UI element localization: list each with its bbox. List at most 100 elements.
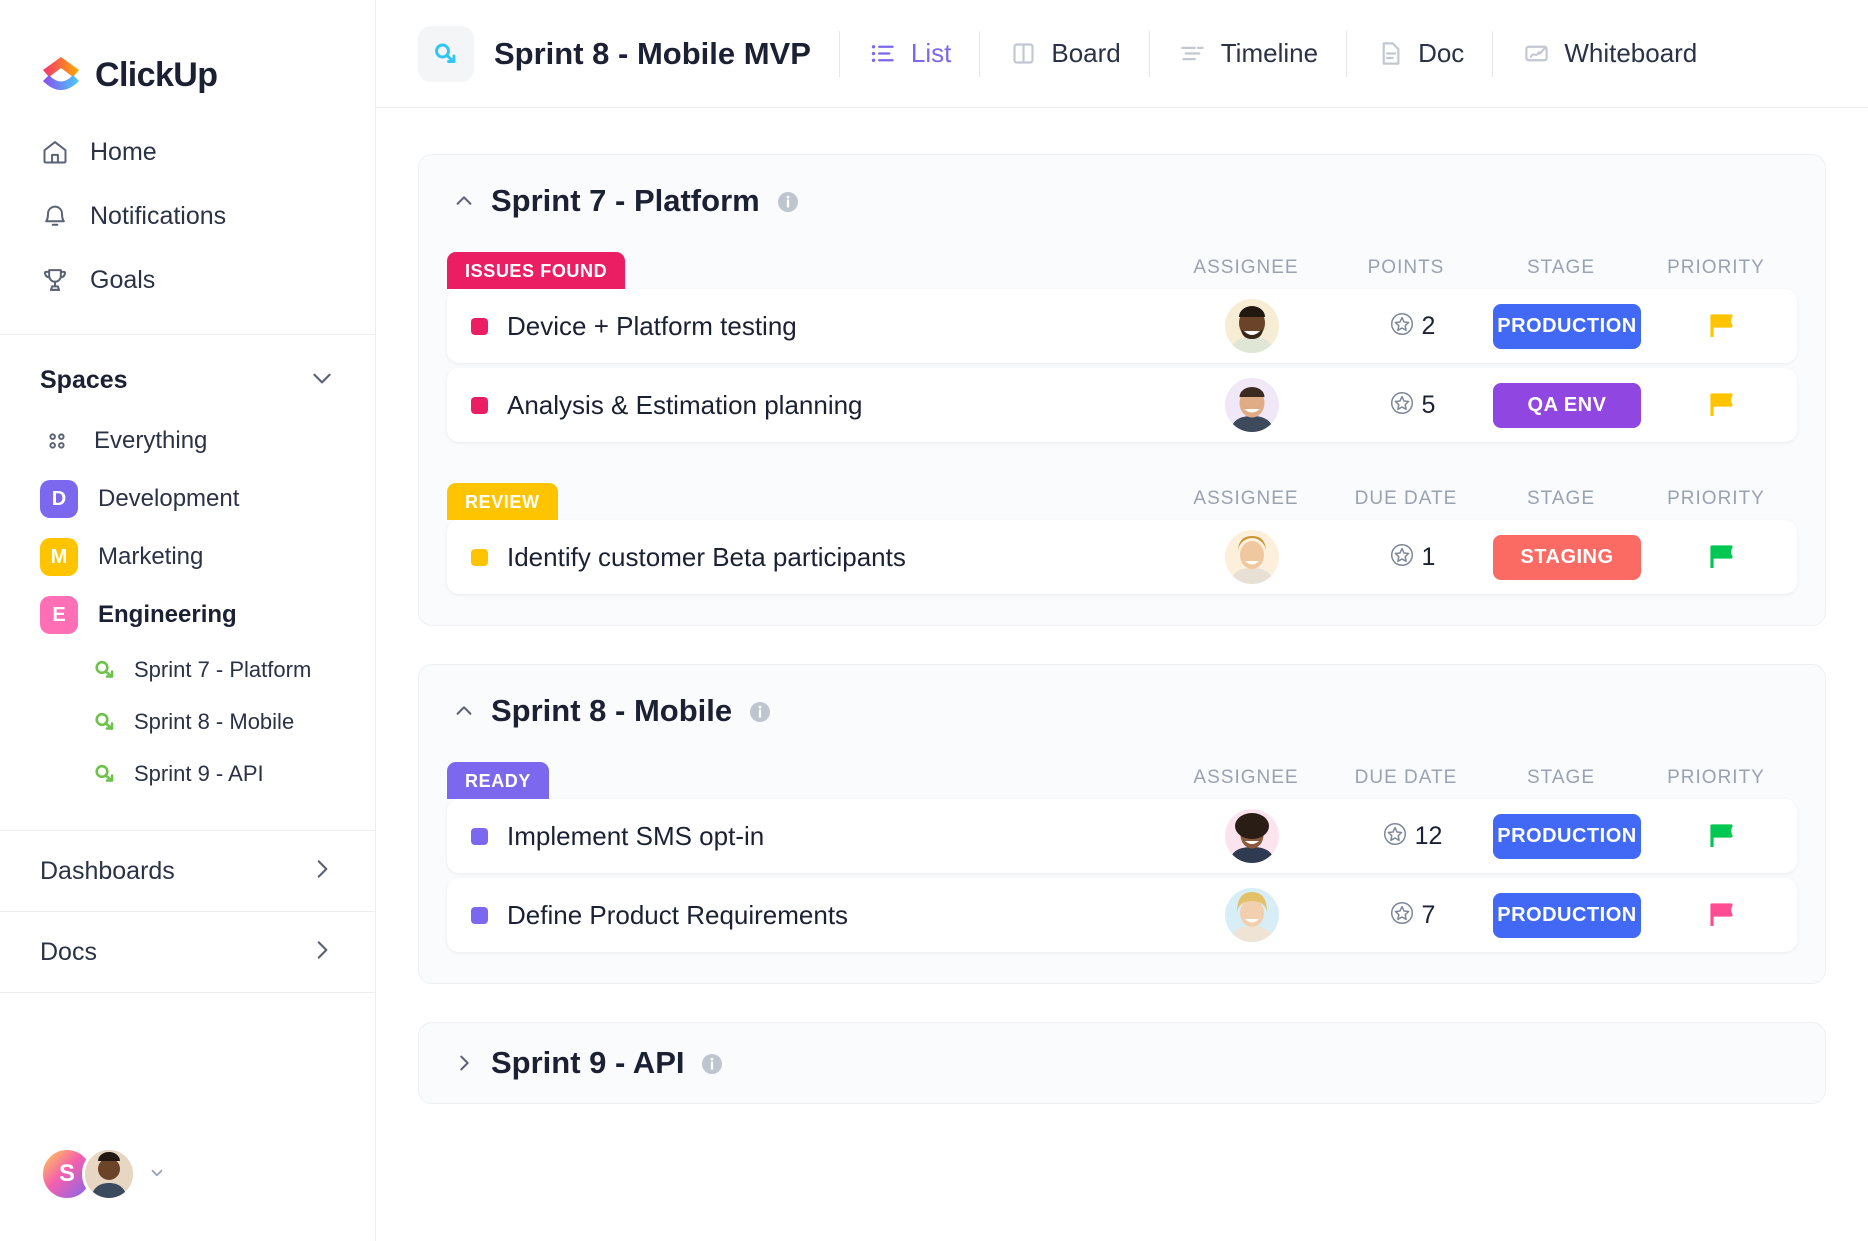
stage-cell[interactable]: STAGING — [1487, 535, 1647, 580]
page-title: Sprint 8 - Mobile MVP — [494, 36, 811, 72]
priority-cell[interactable] — [1647, 313, 1797, 339]
table-row[interactable]: Implement SMS opt-in — [447, 799, 1797, 873]
sidebar-item-dashboards[interactable]: Dashboards — [0, 831, 375, 911]
column-header-priority: PRIORITY — [1641, 767, 1791, 789]
brand-logo[interactable]: ClickUp — [0, 0, 375, 108]
flag-icon[interactable] — [1707, 823, 1737, 849]
sidebar-item-engineering[interactable]: E Engineering — [0, 586, 375, 644]
flag-icon[interactable] — [1707, 313, 1737, 339]
assignee-cell[interactable] — [1167, 809, 1337, 863]
sidebar-item-marketing[interactable]: M Marketing — [0, 528, 375, 586]
due-date-cell[interactable]: 7 — [1337, 900, 1487, 931]
assignee-cell[interactable] — [1167, 888, 1337, 942]
group-header[interactable]: Sprint 7 - Platform — [419, 183, 1825, 219]
sidebar-item-sprint-9-api[interactable]: Sprint 9 - API — [0, 748, 375, 800]
sidebar-item-notifications[interactable]: Notifications — [0, 184, 375, 248]
priority-cell[interactable] — [1647, 544, 1797, 570]
avatar[interactable] — [1225, 378, 1279, 432]
chevron-down-icon[interactable] — [148, 1164, 166, 1185]
grid-dots-icon — [40, 424, 74, 458]
sidebar-item-label: Dashboards — [40, 857, 175, 886]
spaces-header[interactable]: Spaces — [0, 335, 375, 412]
chevron-right-icon[interactable] — [309, 856, 335, 887]
sidebar-item-sprint-8-mobile[interactable]: Sprint 8 - Mobile — [0, 696, 375, 748]
priority-cell[interactable] — [1647, 823, 1797, 849]
chevron-up-icon[interactable] — [453, 700, 475, 722]
avatar[interactable] — [82, 1147, 136, 1201]
due-date-cell[interactable]: 12 — [1337, 821, 1487, 852]
stage-badge[interactable]: QA ENV — [1493, 383, 1641, 428]
priority-cell[interactable] — [1647, 392, 1797, 418]
status-badge[interactable]: ISSUES FOUND — [447, 252, 625, 289]
avatar[interactable] — [1225, 530, 1279, 584]
sidebar-item-sprint-7-platform[interactable]: Sprint 7 - Platform — [0, 644, 375, 696]
status-dot — [471, 549, 488, 566]
info-icon[interactable] — [748, 700, 770, 722]
primary-nav: Home Notifications — [0, 108, 375, 334]
tab-board[interactable]: Board — [1008, 38, 1120, 69]
space-avatar: E — [40, 596, 78, 634]
stage-cell[interactable]: PRODUCTION — [1487, 893, 1647, 938]
assignee-cell[interactable] — [1167, 378, 1337, 432]
board-icon — [1008, 39, 1038, 69]
view-topbar: Sprint 8 - Mobile MVP List — [376, 0, 1868, 108]
tab-label: Whiteboard — [1564, 38, 1697, 69]
tab-label: Doc — [1418, 38, 1464, 69]
chevron-right-icon[interactable] — [453, 1052, 475, 1074]
column-header-points: POINTS — [1331, 257, 1481, 279]
stage-badge[interactable]: PRODUCTION — [1493, 893, 1641, 938]
flag-icon[interactable] — [1707, 902, 1737, 928]
table-row[interactable]: Identify customer Beta participants — [447, 520, 1797, 594]
avatar[interactable] — [1225, 299, 1279, 353]
main-area: Sprint 8 - Mobile MVP List — [376, 0, 1868, 1241]
sidebar-item-home[interactable]: Home — [0, 120, 375, 184]
stage-badge[interactable]: PRODUCTION — [1493, 304, 1641, 349]
due-date-cell[interactable]: 1 — [1337, 542, 1487, 573]
stage-badge[interactable]: STAGING — [1493, 535, 1641, 580]
status-badge[interactable]: READY — [447, 762, 549, 799]
flag-icon[interactable] — [1707, 544, 1737, 570]
info-icon[interactable] — [776, 190, 798, 212]
table-row[interactable]: Device + Platform testing — [447, 289, 1797, 363]
divider — [1149, 31, 1150, 77]
chevron-right-icon[interactable] — [309, 937, 335, 968]
assignee-cell[interactable] — [1167, 530, 1337, 584]
sprint-icon — [92, 657, 118, 683]
info-icon[interactable] — [700, 1052, 722, 1074]
tab-doc[interactable]: Doc — [1375, 38, 1464, 69]
sidebar-item-label: Engineering — [98, 601, 237, 629]
priority-cell[interactable] — [1647, 902, 1797, 928]
group-header[interactable]: Sprint 8 - Mobile — [419, 693, 1825, 729]
stage-cell[interactable]: PRODUCTION — [1487, 304, 1647, 349]
column-headers: ASSIGNEE POINTS STAGE PRIORITY — [1161, 257, 1791, 289]
stage-cell[interactable]: QA ENV — [1487, 383, 1647, 428]
sidebar-item-development[interactable]: D Development — [0, 470, 375, 528]
sidebar-item-docs[interactable]: Docs — [0, 912, 375, 992]
points-cell[interactable]: 5 — [1337, 390, 1487, 421]
status-section-header: REVIEW ASSIGNEE DUE DATE STAGE PRIORITY — [419, 476, 1825, 520]
flag-icon[interactable] — [1707, 392, 1737, 418]
avatar[interactable] — [1225, 888, 1279, 942]
table-row[interactable]: Analysis & Estimation planning — [447, 368, 1797, 442]
chevron-down-icon[interactable] — [309, 365, 335, 396]
status-dot — [471, 828, 488, 845]
sidebar-item-goals[interactable]: Goals — [0, 248, 375, 312]
sidebar-item-everything[interactable]: Everything — [0, 412, 375, 470]
assignee-cell[interactable] — [1167, 299, 1337, 353]
star-circle-icon — [1389, 311, 1415, 342]
trophy-icon — [40, 265, 70, 295]
task-group-sprint-7: Sprint 7 - Platform ISSUES FOUND ASSIGNE… — [418, 154, 1826, 626]
stage-badge[interactable]: PRODUCTION — [1493, 814, 1641, 859]
table-row[interactable]: Define Product Requirements — [447, 878, 1797, 952]
user-account-area[interactable]: S — [40, 1147, 166, 1201]
tab-list[interactable]: List — [868, 38, 951, 69]
tab-timeline[interactable]: Timeline — [1178, 38, 1318, 69]
stage-cell[interactable]: PRODUCTION — [1487, 814, 1647, 859]
tab-whiteboard[interactable]: Whiteboard — [1521, 38, 1697, 69]
avatar[interactable] — [1225, 809, 1279, 863]
points-cell[interactable]: 2 — [1337, 311, 1487, 342]
task-group-sprint-9[interactable]: Sprint 9 - API — [418, 1022, 1826, 1104]
task-name: Analysis & Estimation planning — [507, 390, 863, 421]
chevron-up-icon[interactable] — [453, 190, 475, 212]
status-badge[interactable]: REVIEW — [447, 483, 558, 520]
